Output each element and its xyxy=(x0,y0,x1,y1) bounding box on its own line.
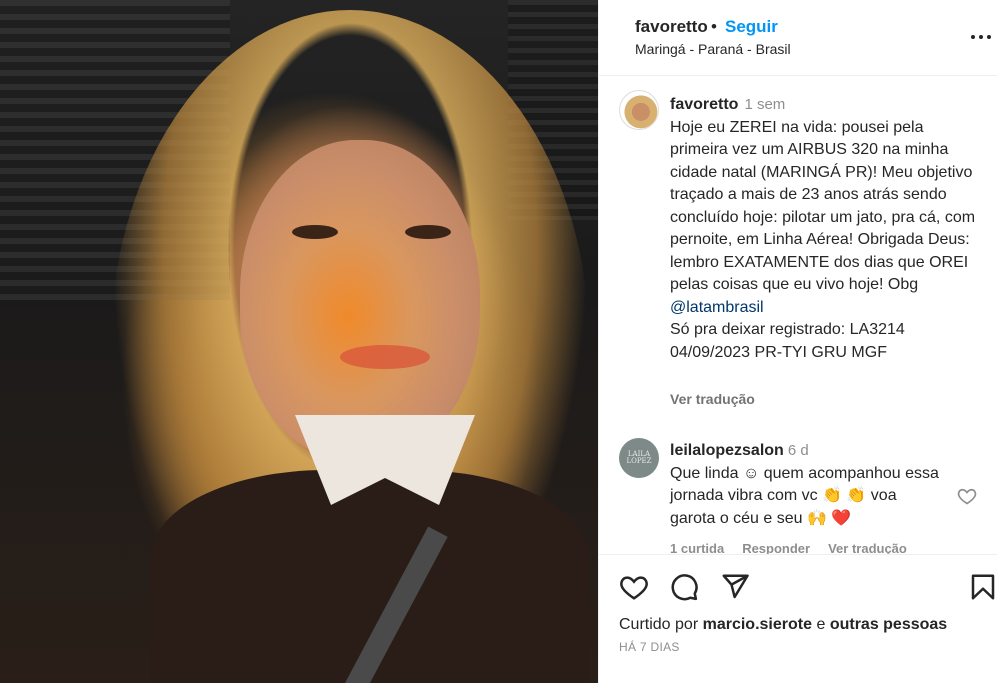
comment-likes[interactable]: 1 curtida xyxy=(670,541,724,554)
comment-heart-icon[interactable] xyxy=(957,486,977,506)
post-header: favoretto • Seguir Maringá - Paraná - Br… xyxy=(599,0,997,76)
avatar[interactable] xyxy=(619,90,659,130)
comment-avatar-text: LAILA LOPEZ xyxy=(626,450,652,465)
heart-icon[interactable] xyxy=(619,572,649,602)
comment-text: Que linda ☺ quem acompanhou essa jornada… xyxy=(670,464,939,527)
caption-username[interactable]: favoretto xyxy=(670,96,738,113)
follow-button[interactable]: Seguir xyxy=(725,17,778,37)
post-actions: Curtido por marcio.sierote e outras pess… xyxy=(599,554,997,683)
face-shape xyxy=(240,140,480,460)
more-icon[interactable] xyxy=(970,26,992,48)
reply-button[interactable]: Responder xyxy=(742,541,810,554)
liked-by: Curtido por marcio.sierote e outras pess… xyxy=(619,616,947,634)
post-timestamp[interactable]: HÁ 7 DIAS xyxy=(619,640,680,654)
header-username[interactable]: favoretto xyxy=(635,17,708,37)
mention-link[interactable]: @latambrasil xyxy=(670,299,764,316)
eye-left xyxy=(292,225,338,239)
mouth-shape xyxy=(340,345,430,369)
post-photo[interactable] xyxy=(0,0,598,683)
header-separator: • xyxy=(711,17,717,36)
comment-username[interactable]: leilalopezsalon xyxy=(670,442,784,459)
see-translation-button[interactable]: Ver tradução xyxy=(670,391,755,407)
caption-extra: Só pra deixar registrado: LA3214 04/09/2… xyxy=(670,321,905,361)
comment-meta: 1 curtida Responder Ver tradução xyxy=(670,541,925,554)
liked-conj: e xyxy=(816,616,826,633)
comment-time: 6 d xyxy=(787,442,809,459)
comment: leilalopezsalon 6 d Que linda ☺ quem acom… xyxy=(670,440,940,530)
liked-user[interactable]: marcio.sierote xyxy=(703,616,812,633)
comment-avatar[interactable]: LAILA LOPEZ xyxy=(619,438,659,478)
comment-icon[interactable] xyxy=(669,572,699,602)
eye-right xyxy=(405,225,451,239)
location-link[interactable]: Maringá - Paraná - Brasil xyxy=(635,41,791,57)
share-icon[interactable] xyxy=(720,572,750,602)
bookmark-icon[interactable] xyxy=(968,572,997,602)
comments-area[interactable]: favoretto 1 sem Hoje eu ZEREI na vida: po… xyxy=(599,76,997,554)
liked-prefix: Curtido por xyxy=(619,616,699,633)
liked-others[interactable]: outras pessoas xyxy=(830,616,947,633)
caption: favoretto 1 sem Hoje eu ZEREI na vida: po… xyxy=(670,94,980,364)
caption-time: 1 sem xyxy=(744,96,786,113)
post-side-panel: favoretto • Seguir Maringá - Paraná - Br… xyxy=(598,0,997,683)
comment-translate-button[interactable]: Ver tradução xyxy=(828,541,907,554)
caption-text: Hoje eu ZEREI na vida: pousei pela prime… xyxy=(670,118,976,294)
